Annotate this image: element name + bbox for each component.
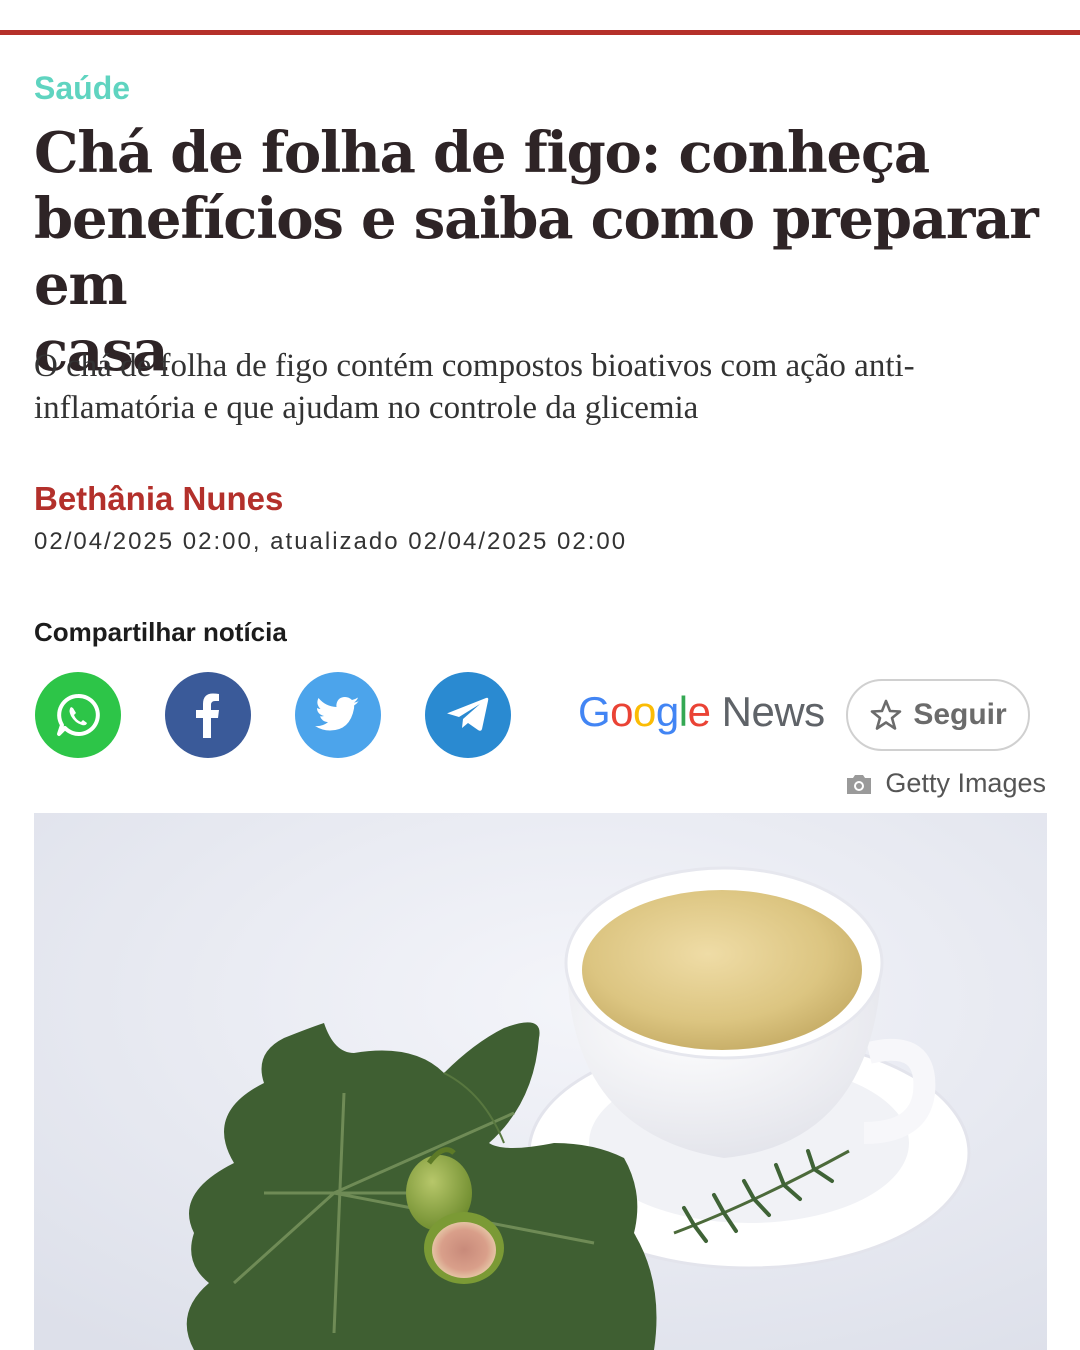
author-link[interactable]: Bethânia Nunes: [34, 480, 283, 518]
article-image: [34, 813, 1047, 1350]
category-link[interactable]: Saúde: [34, 70, 130, 107]
follow-label: Seguir: [913, 698, 1007, 731]
share-label: Compartilhar notícia: [34, 617, 287, 647]
google-wordmark: Google: [578, 688, 711, 735]
google-news-logo[interactable]: Google News: [578, 688, 825, 736]
fig-tea-photo: [34, 813, 1047, 1350]
star-icon: [871, 699, 902, 730]
share-whatsapp-button[interactable]: [35, 672, 121, 758]
telegram-icon: [447, 697, 489, 731]
news-wordmark: News: [721, 688, 826, 735]
article-subtitle: O chá de folha de figo contém compostos …: [34, 348, 915, 426]
share-twitter-button[interactable]: [295, 672, 381, 758]
share-telegram-button[interactable]: [425, 672, 511, 758]
photo-credit: Getty Images: [845, 768, 1046, 799]
photo-credit-text: Getty Images: [885, 768, 1046, 798]
headline-line-1: Chá de folha de figo: conheça: [34, 120, 930, 186]
camera-icon: [847, 774, 872, 794]
facebook-icon: [196, 693, 219, 738]
twitter-icon: [315, 697, 360, 731]
top-accent-bar: [0, 30, 1080, 35]
publish-date: 02/04/2025 02:00, atualizado 02/04/2025 …: [34, 528, 628, 555]
share-facebook-button[interactable]: [165, 672, 251, 758]
headline-line-2: benefícios e saiba como preparar em: [34, 186, 1039, 318]
follow-google-news-button[interactable]: Seguir: [846, 679, 1030, 751]
whatsapp-icon: [57, 693, 100, 736]
